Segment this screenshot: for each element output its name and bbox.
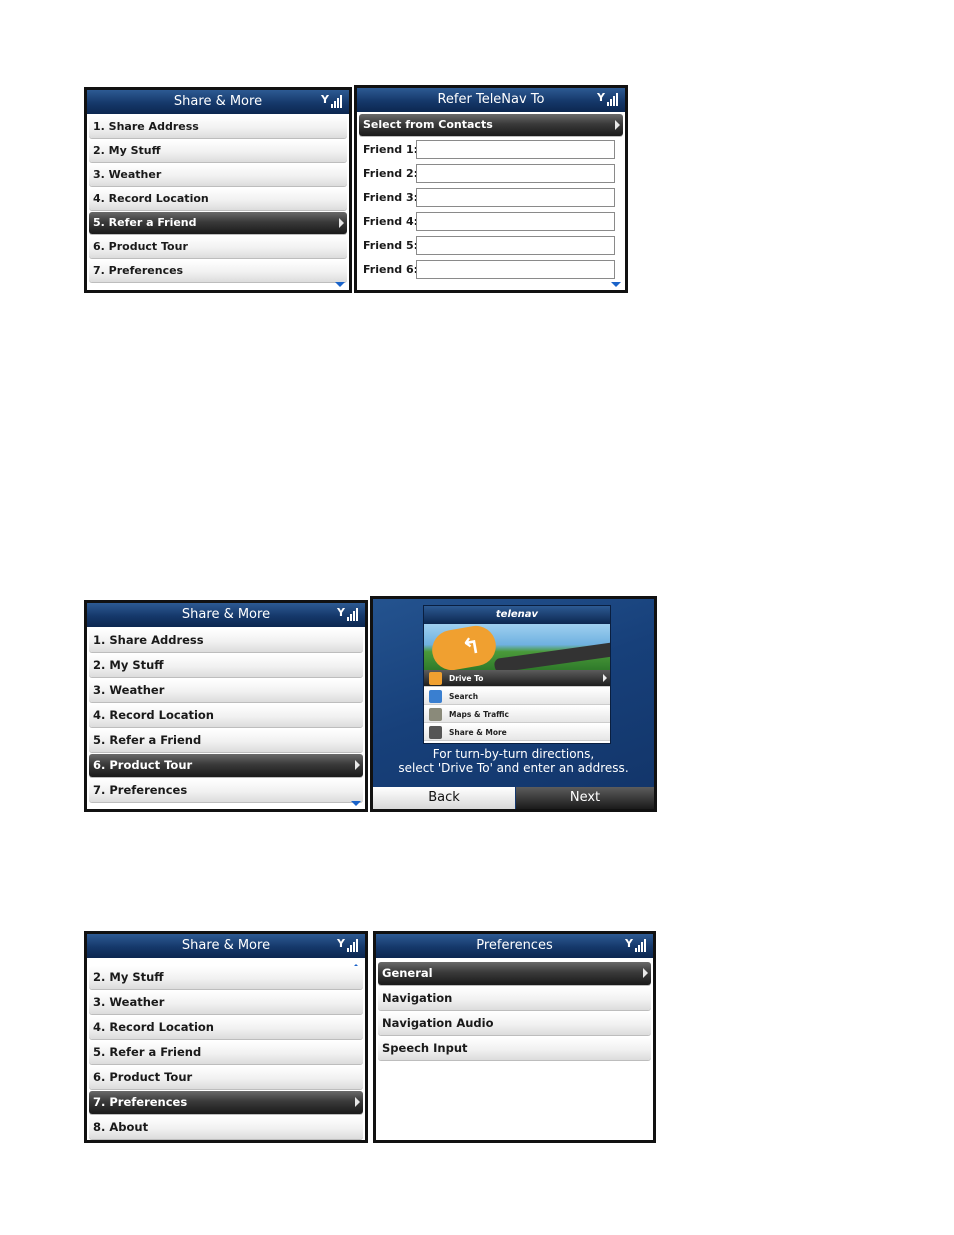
- screen-title: Share & More: [181, 607, 271, 622]
- menu-item-product-tour[interactable]: 6. Product Tour: [89, 236, 347, 258]
- scroll-down-icon[interactable]: [611, 282, 621, 287]
- menu-item-preferences[interactable]: 7. Preferences: [89, 260, 347, 282]
- menu-item-share-address[interactable]: 1. Share Address: [89, 629, 363, 652]
- friend-4-row: Friend 4:: [359, 210, 623, 234]
- tour-brand-bar: telenav: [424, 606, 610, 624]
- maps-traffic-icon: [429, 708, 442, 721]
- chevron-right-icon: [615, 120, 620, 130]
- search-icon: [429, 690, 442, 703]
- chevron-right-icon: [643, 968, 648, 978]
- scroll-down-icon[interactable]: [335, 282, 345, 287]
- friend-4-input[interactable]: [416, 212, 615, 231]
- menu-item-navigation-audio[interactable]: Navigation Audio: [378, 1012, 651, 1035]
- title-bar: Preferences Y: [376, 934, 653, 958]
- menu-item-share-address[interactable]: 1. Share Address: [89, 116, 347, 138]
- friend-2-input[interactable]: [416, 164, 615, 183]
- friend-3-row: Friend 3:: [359, 186, 623, 210]
- menu-item-speech-input[interactable]: Speech Input: [378, 1037, 651, 1060]
- share-menu: 1. Share Address 2. My Stuff 3. Weather …: [87, 629, 365, 804]
- road-graphic: [493, 641, 610, 670]
- screen-title: Share & More: [173, 94, 263, 109]
- menu-item-weather[interactable]: 3. Weather: [89, 164, 347, 186]
- scroll-down-icon[interactable]: [351, 801, 361, 806]
- select-from-contacts-button[interactable]: Select from Contacts: [359, 114, 623, 136]
- share-more-screen-3: Share & More Y 2. My Stuff 3. Weather 4.…: [84, 931, 368, 1143]
- share-more-screen-2: Share & More Y 1. Share Address 2. My St…: [84, 600, 368, 812]
- telenav-logo: telenav: [495, 609, 539, 620]
- friend-2-row: Friend 2:: [359, 162, 623, 186]
- chevron-right-icon: [355, 760, 360, 770]
- screen-title: Preferences: [476, 938, 553, 953]
- share-menu: 1. Share Address 2. My Stuff 3. Weather …: [87, 116, 349, 284]
- signal-icon: Y: [321, 94, 345, 109]
- share-more-icon: [429, 726, 442, 739]
- tour-phone-preview: telenav ↰ Drive To Search Maps & Traffic…: [423, 605, 611, 744]
- chevron-right-icon: [355, 1097, 360, 1107]
- screen-title: Refer TeleNav To: [437, 92, 545, 107]
- drive-banner: ↰: [424, 624, 610, 670]
- friend-6-row: Friend 6:: [359, 258, 623, 282]
- preferences-menu: General Navigation Navigation Audio Spee…: [376, 962, 653, 1062]
- menu-item-navigation[interactable]: Navigation: [378, 987, 651, 1010]
- menu-item-product-tour[interactable]: 6. Product Tour: [89, 1066, 363, 1089]
- screen-title: Share & More: [181, 938, 271, 953]
- tour-item-maps-traffic: Maps & Traffic: [424, 706, 610, 723]
- menu-item-general[interactable]: General: [378, 962, 651, 985]
- chevron-right-icon: [339, 218, 344, 228]
- menu-item-my-stuff[interactable]: 2. My Stuff: [89, 140, 347, 162]
- turn-sign-icon: ↰: [429, 624, 499, 670]
- share-more-screen-1: Share & More Y 1. Share Address 2. My St…: [84, 87, 352, 293]
- tour-item-drive-to: Drive To: [424, 670, 610, 687]
- menu-item-preferences[interactable]: 7. Preferences: [89, 779, 363, 802]
- signal-icon: Y: [625, 938, 649, 953]
- friend-3-input[interactable]: [416, 188, 615, 207]
- menu-item-record-location[interactable]: 4. Record Location: [89, 704, 363, 727]
- menu-item-refer-a-friend[interactable]: 5. Refer a Friend: [89, 729, 363, 752]
- friend-5-row: Friend 5:: [359, 234, 623, 258]
- menu-item-about[interactable]: 8. About: [89, 1116, 363, 1139]
- menu-item-record-location[interactable]: 4. Record Location: [89, 1016, 363, 1039]
- friend-6-input[interactable]: [416, 260, 615, 279]
- menu-item-my-stuff[interactable]: 2. My Stuff: [89, 654, 363, 677]
- chevron-right-icon: [603, 674, 607, 682]
- drive-to-icon: [429, 672, 442, 685]
- signal-icon: Y: [337, 607, 361, 622]
- signal-icon: Y: [597, 92, 621, 107]
- friend-1-row: Friend 1:: [359, 138, 623, 162]
- title-bar: Share & More Y: [87, 603, 365, 627]
- menu-item-record-location[interactable]: 4. Record Location: [89, 188, 347, 210]
- menu-item-my-stuff[interactable]: 2. My Stuff: [89, 966, 363, 989]
- preferences-screen: Preferences Y General Navigation Navigat…: [373, 931, 656, 1143]
- next-button[interactable]: Next: [516, 787, 654, 809]
- title-bar: Refer TeleNav To Y: [357, 88, 625, 112]
- title-bar: Share & More Y: [87, 934, 365, 958]
- tour-item-share-more: Share & More: [424, 724, 610, 741]
- menu-item-refer-a-friend[interactable]: 5. Refer a Friend: [89, 212, 347, 234]
- tour-item-search: Search: [424, 688, 610, 705]
- tour-caption: For turn-by-turn directions, select 'Dri…: [398, 747, 629, 775]
- menu-item-preferences[interactable]: 7. Preferences: [89, 1091, 363, 1114]
- back-button[interactable]: Back: [373, 787, 515, 809]
- tour-button-bar: Back Next: [373, 787, 654, 809]
- menu-item-weather[interactable]: 3. Weather: [89, 679, 363, 702]
- title-bar: Share & More Y: [87, 90, 349, 114]
- menu-item-product-tour[interactable]: 6. Product Tour: [89, 754, 363, 777]
- refer-telenav-screen: Refer TeleNav To Y Select from Contacts …: [354, 85, 628, 293]
- menu-item-refer-a-friend[interactable]: 5. Refer a Friend: [89, 1041, 363, 1064]
- friend-5-input[interactable]: [416, 236, 615, 255]
- signal-icon: Y: [337, 938, 361, 953]
- share-menu: 2. My Stuff 3. Weather 4. Record Locatio…: [87, 966, 365, 1140]
- menu-item-weather[interactable]: 3. Weather: [89, 991, 363, 1014]
- product-tour-screen: telenav ↰ Drive To Search Maps & Traffic…: [370, 596, 657, 812]
- friend-1-input[interactable]: [416, 140, 615, 159]
- refer-form: Select from Contacts Friend 1: Friend 2:…: [357, 114, 625, 282]
